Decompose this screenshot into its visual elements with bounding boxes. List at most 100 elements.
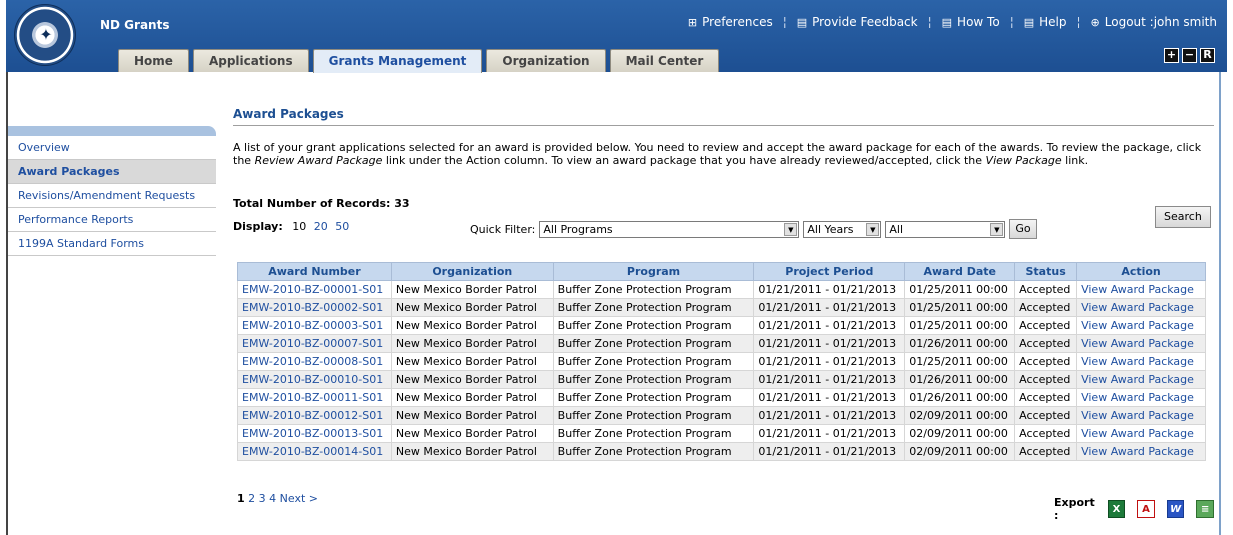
status-cell: Accepted <box>1014 280 1078 299</box>
organization-cell: New Mexico Border Patrol <box>390 424 554 443</box>
table-row: EMW-2010-BZ-00003-S01 New Mexico Border P… <box>237 316 1206 335</box>
tab-mail-center[interactable]: Mail Center <box>609 49 720 72</box>
sidebar-item-1199a-forms[interactable]: 1199A Standard Forms <box>8 232 216 256</box>
reset-text-button[interactable]: R <box>1200 48 1215 63</box>
page-size-50[interactable]: 50 <box>335 220 349 233</box>
main-content: Award Packages A list of your grant appl… <box>233 107 1214 522</box>
award-date-cell: 01/25/2011 00:00 <box>904 280 1016 299</box>
sidebar-item-award-packages[interactable]: Award Packages <box>8 160 216 184</box>
col-status[interactable]: Status <box>1014 262 1078 281</box>
preferences-label: Preferences <box>702 15 773 29</box>
sidebar-item-performance-reports[interactable]: Performance Reports <box>8 208 216 232</box>
status-cell: Accepted <box>1014 298 1078 317</box>
col-action[interactable]: Action <box>1076 262 1206 281</box>
view-award-package-link[interactable]: View Award Package <box>1076 298 1206 317</box>
organization-cell: New Mexico Border Patrol <box>390 370 554 389</box>
col-award-number[interactable]: Award Number <box>237 262 392 281</box>
display-page-size: Display: 10 20 50 <box>233 220 353 233</box>
award-number-link[interactable]: EMW-2010-BZ-00007-S01 <box>237 334 392 353</box>
go-button[interactable]: Go <box>1009 219 1037 239</box>
tab-applications[interactable]: Applications <box>192 49 309 72</box>
view-award-package-link[interactable]: View Award Package <box>1076 442 1206 461</box>
pdf-icon[interactable]: A <box>1137 500 1155 518</box>
word-icon[interactable]: W <box>1166 500 1185 518</box>
status-select[interactable]: All ▼ <box>885 220 1006 238</box>
view-award-package-link[interactable]: View Award Package <box>1076 406 1206 425</box>
project-period-cell: 01/21/2011 - 01/21/2013 <box>753 316 906 335</box>
howto-label: How To <box>957 15 1000 29</box>
award-number-link[interactable]: EMW-2010-BZ-00001-S01 <box>237 280 392 299</box>
program-cell: Buffer Zone Protection Program <box>552 388 755 407</box>
page-size-10[interactable]: 10 <box>292 220 306 233</box>
program-cell: Buffer Zone Protection Program <box>552 334 755 353</box>
col-program[interactable]: Program <box>552 262 755 281</box>
project-period-cell: 01/21/2011 - 01/21/2013 <box>753 370 906 389</box>
view-award-package-link[interactable]: View Award Package <box>1076 280 1206 299</box>
award-date-cell: 02/09/2011 00:00 <box>904 442 1016 461</box>
program-cell: Buffer Zone Protection Program <box>552 298 755 317</box>
award-number-link[interactable]: EMW-2010-BZ-00002-S01 <box>237 298 392 317</box>
next-page-link[interactable]: Next > <box>280 492 318 505</box>
search-button[interactable]: Search <box>1155 206 1211 228</box>
award-date-cell: 02/09/2011 00:00 <box>904 406 1016 425</box>
view-award-package-link[interactable]: View Award Package <box>1076 352 1206 371</box>
howto-icon: ▤ <box>941 15 953 29</box>
program-select[interactable]: All Programs ▼ <box>539 220 800 238</box>
tab-organization[interactable]: Organization <box>486 49 606 72</box>
award-number-link[interactable]: EMW-2010-BZ-00008-S01 <box>237 352 392 371</box>
top-links: ⊞ Preferences ¦ ▤ Provide Feedback ¦ ▤ How … <box>688 15 1217 29</box>
feedback-link[interactable]: ▤ Provide Feedback <box>797 15 918 29</box>
table-row: EMW-2010-BZ-00014-S01 New Mexico Border P… <box>237 442 1206 461</box>
help-link[interactable]: ▤ Help <box>1024 15 1067 29</box>
view-award-package-link[interactable]: View Award Package <box>1076 388 1206 407</box>
sidebar-item-overview[interactable]: Overview <box>8 136 216 160</box>
award-number-link[interactable]: EMW-2010-BZ-00010-S01 <box>237 370 392 389</box>
table-header-row: Award Number Organization Program Projec… <box>237 262 1206 281</box>
col-project-period[interactable]: Project Period <box>753 262 906 281</box>
desc-text: link. <box>1061 154 1089 167</box>
col-award-date[interactable]: Award Date <box>904 262 1016 281</box>
desc-emphasis: View Package <box>985 154 1062 167</box>
year-select[interactable]: All Years ▼ <box>803 220 882 238</box>
status-cell: Accepted <box>1014 316 1078 335</box>
award-number-link[interactable]: EMW-2010-BZ-00012-S01 <box>237 406 392 425</box>
tab-grants-management[interactable]: Grants Management <box>312 49 483 73</box>
divider: ¦ <box>782 15 787 29</box>
page-1[interactable]: 1 <box>237 492 245 505</box>
desc-text: link under the Action column. To view an… <box>382 154 986 167</box>
page-title: Award Packages <box>233 107 1214 126</box>
view-award-package-link[interactable]: View Award Package <box>1076 316 1206 335</box>
page-3[interactable]: 3 <box>259 492 266 505</box>
view-award-package-link[interactable]: View Award Package <box>1076 334 1206 353</box>
view-award-package-link[interactable]: View Award Package <box>1076 424 1206 443</box>
page-size-20[interactable]: 20 <box>314 220 328 233</box>
tab-home[interactable]: Home <box>118 49 189 72</box>
chevron-down-icon: ▼ <box>866 222 880 236</box>
logout-link[interactable]: ⊕ Logout :john smith <box>1091 15 1217 29</box>
status-cell: Accepted <box>1014 352 1078 371</box>
howto-link[interactable]: ▤ How To <box>942 15 1000 29</box>
logout-label: Logout :john smith <box>1104 15 1217 29</box>
page-4[interactable]: 4 <box>269 492 276 505</box>
increase-text-button[interactable]: + <box>1164 48 1179 63</box>
preferences-link[interactable]: ⊞ Preferences <box>688 15 773 29</box>
award-number-link[interactable]: EMW-2010-BZ-00014-S01 <box>237 442 392 461</box>
page-2[interactable]: 2 <box>248 492 255 505</box>
divider: ¦ <box>1076 15 1081 29</box>
excel-icon[interactable]: X <box>1107 500 1126 518</box>
view-award-package-link[interactable]: View Award Package <box>1076 370 1206 389</box>
organization-cell: New Mexico Border Patrol <box>390 442 554 461</box>
sidebar-item-revisions[interactable]: Revisions/Amendment Requests <box>8 184 216 208</box>
export-label: Export : <box>1054 496 1095 522</box>
csv-icon[interactable]: ≡ <box>1196 500 1214 518</box>
decrease-text-button[interactable]: − <box>1182 48 1197 63</box>
table-row: EMW-2010-BZ-00008-S01 New Mexico Border P… <box>237 352 1206 371</box>
col-organization[interactable]: Organization <box>390 262 554 281</box>
award-number-link[interactable]: EMW-2010-BZ-00003-S01 <box>237 316 392 335</box>
award-number-link[interactable]: EMW-2010-BZ-00013-S01 <box>237 424 392 443</box>
program-cell: Buffer Zone Protection Program <box>552 442 755 461</box>
status-cell: Accepted <box>1014 388 1078 407</box>
text-size-controls: + − R <box>1164 48 1215 63</box>
organization-cell: New Mexico Border Patrol <box>390 334 554 353</box>
award-number-link[interactable]: EMW-2010-BZ-00011-S01 <box>237 388 392 407</box>
